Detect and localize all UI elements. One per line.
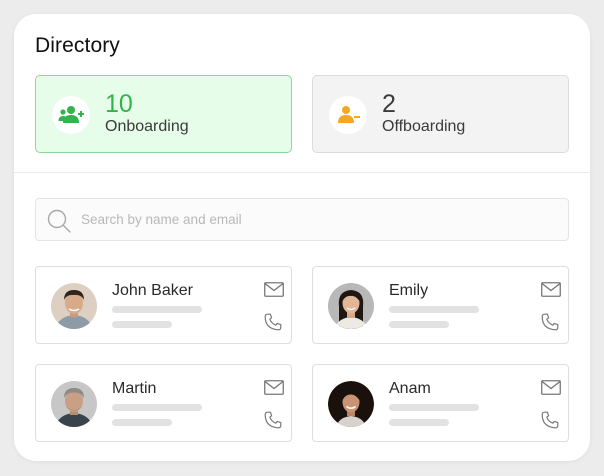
mail-icon[interactable] bbox=[264, 282, 284, 297]
search-input[interactable] bbox=[81, 199, 551, 240]
mail-icon[interactable] bbox=[541, 380, 561, 395]
person-card-martin[interactable]: Martin bbox=[35, 364, 292, 442]
onboarding-count: 10 bbox=[105, 90, 133, 118]
avatar bbox=[328, 283, 374, 329]
placeholder-line bbox=[389, 306, 479, 313]
person-name: Martin bbox=[112, 380, 157, 397]
offboarding-label: Offboarding bbox=[382, 118, 466, 135]
user-remove-icon bbox=[329, 96, 367, 134]
person-name: Emily bbox=[389, 282, 429, 299]
placeholder-line bbox=[112, 321, 172, 328]
user-add-icon bbox=[52, 96, 90, 134]
section-divider bbox=[14, 172, 590, 173]
avatar bbox=[328, 381, 374, 427]
search-icon bbox=[47, 209, 71, 233]
placeholder-line bbox=[389, 404, 479, 411]
offboarding-count: 2 bbox=[382, 90, 396, 118]
person-name: Anam bbox=[389, 380, 431, 397]
avatar bbox=[51, 381, 97, 427]
placeholder-line bbox=[112, 306, 202, 313]
phone-icon[interactable] bbox=[541, 411, 559, 429]
onboarding-label: Onboarding bbox=[105, 118, 189, 135]
mail-icon[interactable] bbox=[264, 380, 284, 395]
person-card-john-baker[interactable]: John Baker bbox=[35, 266, 292, 344]
placeholder-line bbox=[112, 404, 202, 411]
onboarding-card[interactable]: 10 Onboarding bbox=[35, 75, 292, 153]
phone-icon[interactable] bbox=[264, 313, 282, 331]
placeholder-line bbox=[389, 419, 449, 426]
person-card-emily[interactable]: Emily bbox=[312, 266, 569, 344]
mail-icon[interactable] bbox=[541, 282, 561, 297]
directory-card: Directory 10 Onboarding 2 Offboarding Se… bbox=[14, 14, 590, 461]
placeholder-line bbox=[389, 321, 449, 328]
avatar bbox=[51, 283, 97, 329]
page-title: Directory bbox=[35, 34, 120, 57]
offboarding-card[interactable]: 2 Offboarding bbox=[312, 75, 569, 153]
phone-icon[interactable] bbox=[264, 411, 282, 429]
person-name: John Baker bbox=[112, 282, 193, 299]
placeholder-line bbox=[112, 419, 172, 426]
search-box[interactable] bbox=[35, 198, 569, 241]
phone-icon[interactable] bbox=[541, 313, 559, 331]
person-card-anam[interactable]: Anam bbox=[312, 364, 569, 442]
